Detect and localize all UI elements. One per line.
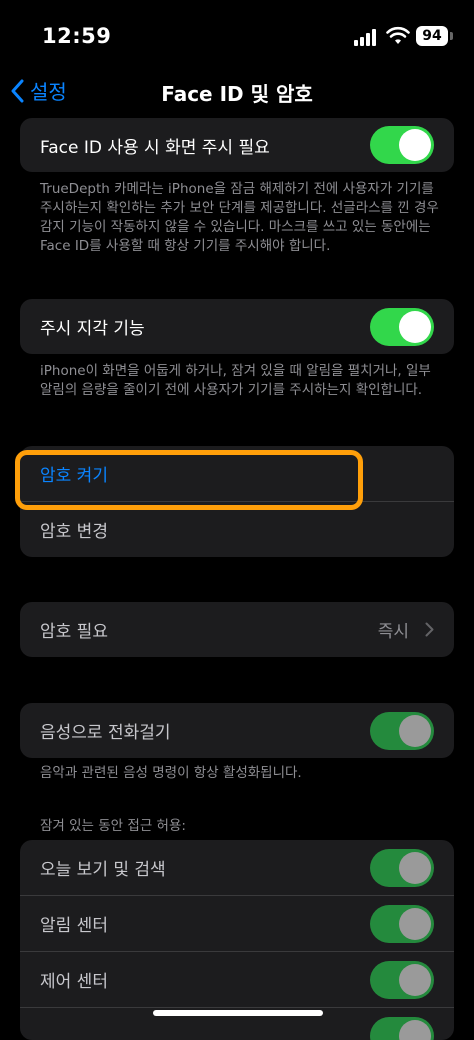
locked-access-header: 잠겨 있는 동안 접근 허용: xyxy=(40,814,186,834)
aware-row: 주시 지각 기능 xyxy=(20,299,454,354)
battery-indicator: 94 xyxy=(416,26,448,46)
change-passcode-label: 암호 변경 xyxy=(40,517,434,542)
chevron-right-icon xyxy=(425,622,434,637)
status-bar: 12:59 94 xyxy=(0,0,474,72)
locked-access-item-label: 제어 센터 xyxy=(40,967,370,992)
voice-dial-group: 음성으로 전화걸기 xyxy=(20,703,454,758)
voice-dial-toggle[interactable] xyxy=(370,712,434,750)
partial-row-toggle[interactable] xyxy=(370,1017,434,1040)
locked-access-item-today-view: 오늘 보기 및 검색 xyxy=(20,840,454,895)
aware-group: 주시 지각 기능 xyxy=(20,299,454,354)
aware-label: 주시 지각 기능 xyxy=(40,314,370,339)
today-view-toggle[interactable] xyxy=(370,849,434,887)
toggle-knob xyxy=(399,964,431,996)
require-passcode-label: 암호 필요 xyxy=(40,617,378,642)
status-time: 12:59 xyxy=(42,24,111,48)
voice-dial-row: 음성으로 전화걸기 xyxy=(20,703,454,758)
navigation-bar: 설정 Face ID 및 암호 xyxy=(0,72,474,112)
cellular-signal-icon xyxy=(354,28,380,46)
toggle-knob xyxy=(399,311,431,343)
attention-footnote: TrueDepth 카메라는 iPhone을 잠금 해제하기 전에 사용자가 기… xyxy=(40,180,440,256)
voice-dial-footnote: 음악과 관련된 음성 명령이 항상 활성화됩니다. xyxy=(40,764,440,783)
toggle-knob xyxy=(399,1020,431,1040)
attention-group: Face ID 사용 시 화면 주시 필요 xyxy=(20,118,454,172)
locked-access-item-label: 오늘 보기 및 검색 xyxy=(40,855,370,880)
control-center-toggle[interactable] xyxy=(370,961,434,999)
aware-toggle[interactable] xyxy=(370,308,434,346)
battery-cap xyxy=(450,32,453,40)
notification-center-toggle[interactable] xyxy=(370,905,434,943)
attention-row: Face ID 사용 시 화면 주시 필요 xyxy=(20,118,454,172)
toggle-knob xyxy=(399,852,431,884)
attention-label: Face ID 사용 시 화면 주시 필요 xyxy=(40,133,370,158)
home-indicator[interactable] xyxy=(153,1010,323,1016)
voice-dial-label: 음성으로 전화걸기 xyxy=(40,718,370,743)
locked-access-item-notification-center: 알림 센터 xyxy=(20,895,454,951)
locked-access-item-control-center: 제어 센터 xyxy=(20,951,454,1007)
require-passcode-value: 즉시 xyxy=(378,617,409,642)
aware-footnote: iPhone이 화면을 어둡게 하거나, 잠겨 있을 때 알림을 펼치거나, 일… xyxy=(40,362,440,400)
highlight-box xyxy=(15,450,363,510)
toggle-knob xyxy=(399,129,431,161)
page-title: Face ID 및 암호 xyxy=(0,78,474,107)
toggle-knob xyxy=(399,715,431,747)
attention-toggle[interactable] xyxy=(370,126,434,164)
toggle-knob xyxy=(399,908,431,940)
require-passcode-group: 암호 필요 즉시 xyxy=(20,602,454,657)
locked-access-item-label: 알림 센터 xyxy=(40,911,370,936)
require-passcode-row[interactable]: 암호 필요 즉시 xyxy=(20,602,454,657)
wifi-icon xyxy=(386,26,410,46)
